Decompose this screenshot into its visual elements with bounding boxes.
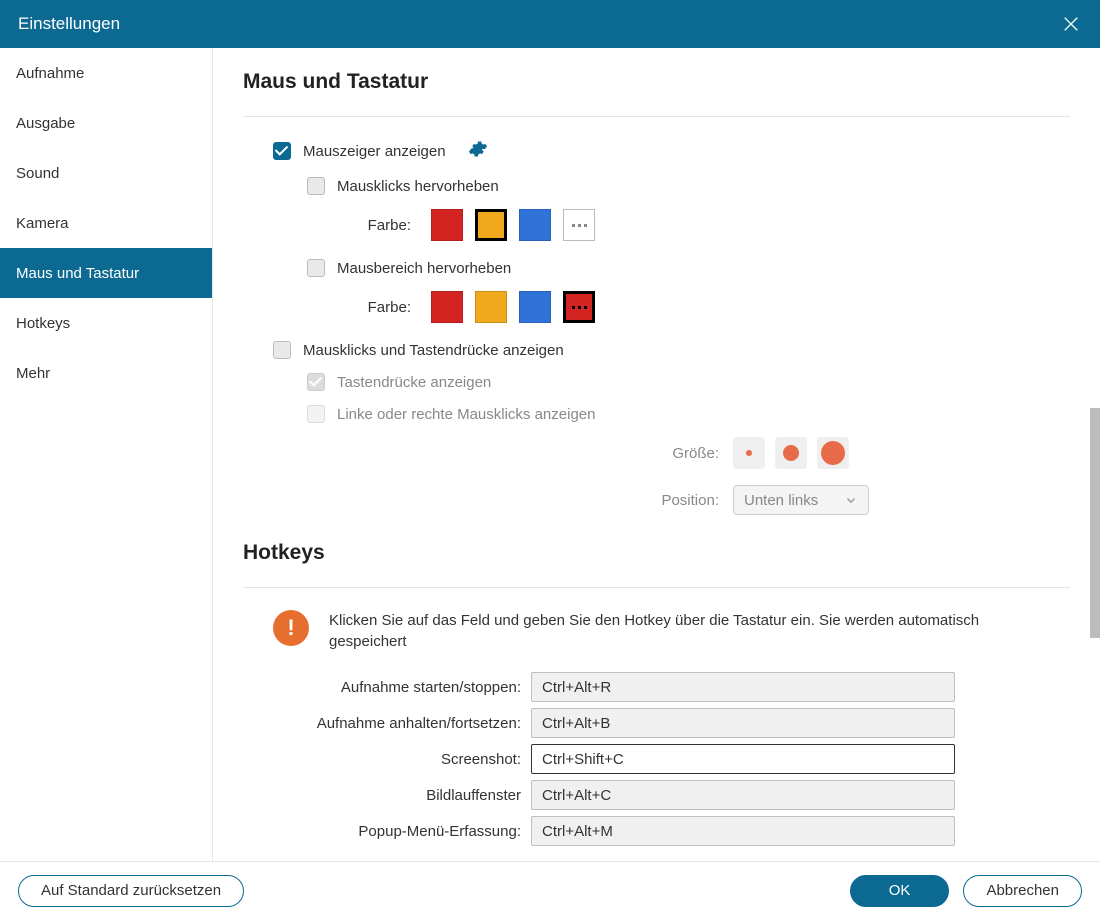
hotkey-input-pause[interactable]: Ctrl+Alt+B <box>531 708 955 738</box>
section-title-mouse: Maus und Tastatur <box>243 70 1070 94</box>
checkbox-show-cursor[interactable] <box>273 142 291 160</box>
row-show-cursor: Mauszeiger anzeigen <box>243 139 1070 163</box>
label-color: Farbe: <box>341 299 411 316</box>
hotkey-notice: ! Klicken Sie auf das Feld und geben Sie… <box>243 610 1070 652</box>
size-medium[interactable] <box>775 437 807 469</box>
hotkey-row: Screenshot: Ctrl+Shift+C <box>243 744 1070 774</box>
row-show-clicks-keys: Mausklicks und Tastendrücke anzeigen <box>243 341 1070 359</box>
hotkey-input-popup[interactable]: Ctrl+Alt+M <box>531 816 955 846</box>
row-click-color: Farbe: <box>243 209 1070 241</box>
label-size: Größe: <box>243 445 733 462</box>
hotkey-row: Popup-Menü-Erfassung: Ctrl+Alt+M <box>243 816 1070 846</box>
sidebar-item-label: Ausgabe <box>16 115 75 132</box>
row-show-lr-clicks: Linke oder rechte Mausklicks anzeigen <box>243 405 1070 423</box>
row-position: Position: Unten links <box>243 485 1070 515</box>
label-color: Farbe: <box>341 217 411 234</box>
color-swatch-more[interactable] <box>563 209 595 241</box>
hotkey-label: Popup-Menü-Erfassung: <box>243 823 531 840</box>
settings-window: Einstellungen Aufnahme Ausgabe Sound Kam… <box>0 0 1100 919</box>
color-swatch-red[interactable] <box>431 209 463 241</box>
content-panel: Maus und Tastatur Mauszeiger anzeigen Ma… <box>213 48 1100 861</box>
row-size: Größe: <box>243 437 1070 469</box>
label-show-clicks-keys: Mausklicks und Tastendrücke anzeigen <box>303 342 564 359</box>
size-large[interactable] <box>817 437 849 469</box>
checkbox-show-clicks-keys[interactable] <box>273 341 291 359</box>
checkbox-show-lr-clicks <box>307 405 325 423</box>
titlebar: Einstellungen <box>0 0 1100 48</box>
sidebar-item-kamera[interactable]: Kamera <box>0 198 212 248</box>
alert-icon: ! <box>273 610 309 646</box>
hotkey-row: Aufnahme starten/stoppen: Ctrl+Alt+R <box>243 672 1070 702</box>
hotkey-input-record[interactable]: Ctrl+Alt+R <box>531 672 955 702</box>
sidebar-item-label: Kamera <box>16 215 69 232</box>
divider <box>243 116 1070 117</box>
size-small[interactable] <box>733 437 765 469</box>
divider <box>243 587 1070 588</box>
hotkey-row: Aufnahme anhalten/fortsetzen: Ctrl+Alt+B <box>243 708 1070 738</box>
close-icon[interactable] <box>1060 13 1082 35</box>
color-swatch-more[interactable] <box>563 291 595 323</box>
sidebar-item-label: Sound <box>16 165 59 182</box>
row-highlight-area: Mausbereich hervorheben <box>243 259 1070 277</box>
sidebar-item-maus-tastatur[interactable]: Maus und Tastatur <box>0 248 212 298</box>
sidebar-item-hotkeys[interactable]: Hotkeys <box>0 298 212 348</box>
ok-button[interactable]: OK <box>850 875 950 907</box>
label-show-lr-clicks: Linke oder rechte Mausklicks anzeigen <box>337 406 595 423</box>
sidebar-item-label: Hotkeys <box>16 315 70 332</box>
label-highlight-area: Mausbereich hervorheben <box>337 260 511 277</box>
label-highlight-clicks: Mausklicks hervorheben <box>337 178 499 195</box>
hotkey-label: Aufnahme starten/stoppen: <box>243 679 531 696</box>
checkbox-highlight-clicks[interactable] <box>307 177 325 195</box>
color-swatch-blue[interactable] <box>519 209 551 241</box>
hotkey-input-screenshot[interactable]: Ctrl+Shift+C <box>531 744 955 774</box>
sidebar-item-label: Mehr <box>16 365 50 382</box>
hotkey-label: Aufnahme anhalten/fortsetzen: <box>243 715 531 732</box>
cancel-button[interactable]: Abbrechen <box>963 875 1082 907</box>
label-position: Position: <box>243 492 733 509</box>
footer: Auf Standard zurücksetzen OK Abbrechen <box>0 861 1100 919</box>
window-title: Einstellungen <box>18 14 120 34</box>
position-select[interactable]: Unten links <box>733 485 869 515</box>
scrollbar[interactable] <box>1090 408 1100 638</box>
notice-text: Klicken Sie auf das Feld und geben Sie d… <box>329 610 1029 652</box>
checkbox-show-keys <box>307 373 325 391</box>
sidebar-item-sound[interactable]: Sound <box>0 148 212 198</box>
gear-icon[interactable] <box>468 139 488 163</box>
row-show-keys: Tastendrücke anzeigen <box>243 373 1070 391</box>
sidebar-item-ausgabe[interactable]: Ausgabe <box>0 98 212 148</box>
checkbox-highlight-area[interactable] <box>307 259 325 277</box>
sidebar-item-mehr[interactable]: Mehr <box>0 348 212 398</box>
label-show-cursor: Mauszeiger anzeigen <box>303 143 446 160</box>
label-show-keys: Tastendrücke anzeigen <box>337 374 491 391</box>
sidebar-item-label: Maus und Tastatur <box>16 265 139 282</box>
sidebar-item-aufnahme[interactable]: Aufnahme <box>0 48 212 98</box>
position-value: Unten links <box>744 492 818 509</box>
hotkey-input-scroll[interactable]: Ctrl+Alt+C <box>531 780 955 810</box>
row-area-color: Farbe: <box>243 291 1070 323</box>
sidebar: Aufnahme Ausgabe Sound Kamera Maus und T… <box>0 48 213 861</box>
hotkey-label: Screenshot: <box>243 751 531 768</box>
sidebar-item-label: Aufnahme <box>16 65 84 82</box>
color-swatch-orange[interactable] <box>475 209 507 241</box>
color-swatch-orange[interactable] <box>475 291 507 323</box>
hotkey-label: Bildlauffenster <box>243 787 531 804</box>
color-swatch-red[interactable] <box>431 291 463 323</box>
hotkey-row: Bildlauffenster Ctrl+Alt+C <box>243 780 1070 810</box>
chevron-down-icon <box>844 493 858 507</box>
section-title-hotkeys: Hotkeys <box>243 541 1070 565</box>
color-swatch-blue[interactable] <box>519 291 551 323</box>
reset-defaults-button[interactable]: Auf Standard zurücksetzen <box>18 875 244 907</box>
row-highlight-clicks: Mausklicks hervorheben <box>243 177 1070 195</box>
